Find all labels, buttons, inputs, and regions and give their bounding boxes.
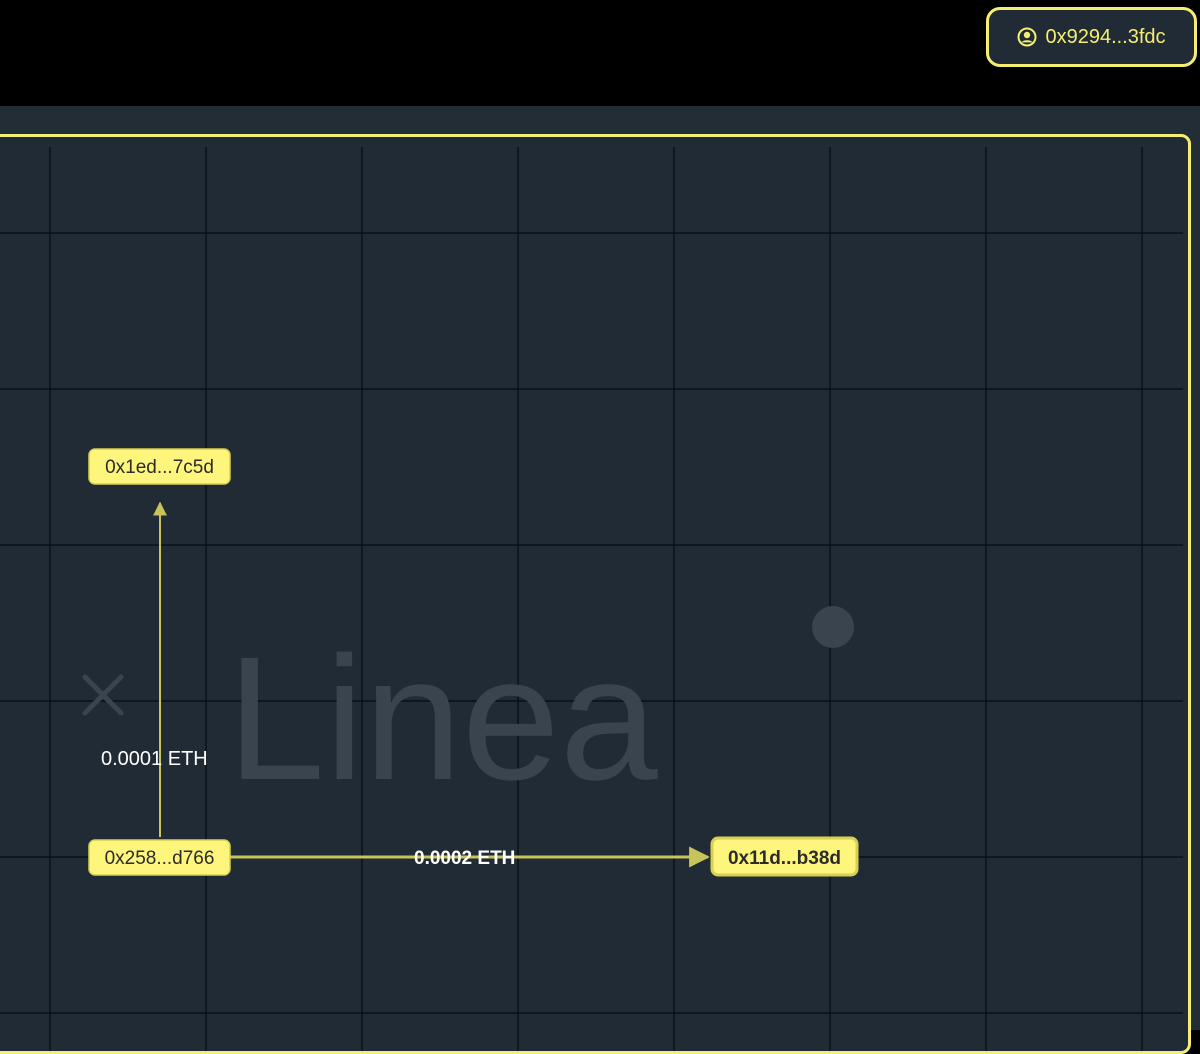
transaction-graph-panel[interactable]: Linea 0.0001 ETH 0.0002 ETH 0x1ed...7c5d… [0, 134, 1191, 1054]
node-label: 0x258...d766 [105, 848, 215, 869]
watermark-dot [812, 606, 854, 648]
graph-canvas[interactable]: Linea 0.0001 ETH 0.0002 ETH 0x1ed...7c5d… [0, 137, 1191, 1054]
wallet-address-label: 0x9294...3fdc [1045, 25, 1166, 48]
edge-label: 0.0002 ETH [414, 848, 515, 869]
edge-n2-n3[interactable]: 0.0002 ETH [230, 846, 711, 869]
graph-node[interactable]: 0x258...d766 [88, 839, 231, 876]
graph-node-selected[interactable]: 0x11d...b38d [710, 836, 859, 877]
wallet-address-button[interactable]: 0x9294...3fdc [986, 7, 1197, 67]
node-label: 0x11d...b38d [728, 848, 841, 869]
node-label: 0x1ed...7c5d [105, 457, 214, 478]
top-bar: 0x9294...3fdc [0, 0, 1200, 106]
linea-watermark: Linea [82, 606, 854, 817]
user-circle-icon [1017, 27, 1037, 47]
watermark-text: Linea [227, 621, 658, 817]
graph-node[interactable]: 0x1ed...7c5d [88, 448, 231, 485]
edge-label: 0.0001 ETH [101, 748, 208, 770]
edge-n2-n1[interactable]: 0.0001 ETH [101, 501, 208, 837]
close-icon [82, 674, 124, 716]
graph-grid [0, 147, 1183, 1051]
